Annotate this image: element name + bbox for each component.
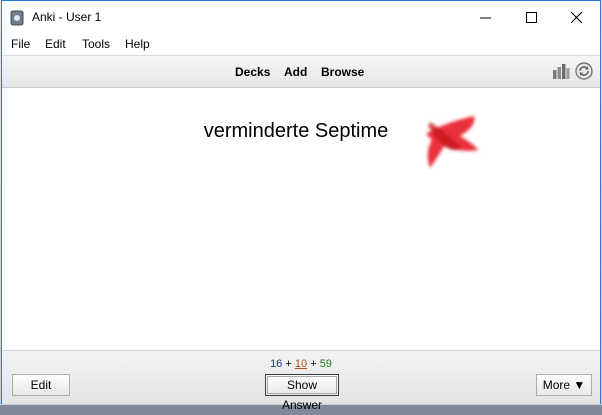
more-button[interactable]: More ▼ [536, 374, 592, 396]
bottom-bar: 16 + 10 + 59 Edit Show Answer More ▼ [2, 351, 600, 412]
count-separator: + [285, 358, 292, 370]
close-button[interactable] [554, 1, 600, 34]
menu-edit[interactable]: Edit [45, 37, 66, 51]
count-separator: + [310, 358, 317, 370]
menu-tools[interactable]: Tools [82, 37, 110, 51]
anki-window: Anki - User 1 File Edit Tools Help Decks… [1, 0, 601, 412]
add-link[interactable]: Add [284, 65, 307, 79]
browse-link[interactable]: Browse [321, 65, 364, 79]
review-count: 59 [319, 358, 332, 370]
red-brush-mark-icon [426, 116, 478, 168]
maximize-button[interactable] [509, 1, 555, 34]
decks-link[interactable]: Decks [235, 65, 270, 79]
card-question-text: verminderte Septime [203, 120, 389, 142]
window-title: Anki - User 1 [32, 10, 102, 24]
minimize-button[interactable] [463, 1, 509, 34]
edit-button[interactable]: Edit [12, 374, 70, 396]
title-bar[interactable]: Anki - User 1 [2, 1, 600, 34]
menu-bar: File Edit Tools Help [2, 34, 600, 56]
stats-bar-icon[interactable] [552, 63, 570, 79]
minimize-icon [480, 17, 491, 19]
learning-count: 10 [294, 358, 308, 370]
card-review-area: verminderte Septime [2, 88, 600, 351]
close-icon [571, 12, 583, 24]
show-answer-button[interactable]: Show Answer [265, 374, 339, 412]
top-toolbar: Decks Add Browse [2, 56, 600, 88]
menu-file[interactable]: File [11, 37, 30, 51]
anki-app-icon [10, 10, 24, 26]
new-count: 16 [270, 358, 283, 370]
menu-help[interactable]: Help [125, 37, 150, 51]
sync-icon[interactable] [575, 62, 593, 80]
due-counts: 16 + 10 + 59 [2, 358, 600, 370]
maximize-icon [526, 12, 537, 23]
